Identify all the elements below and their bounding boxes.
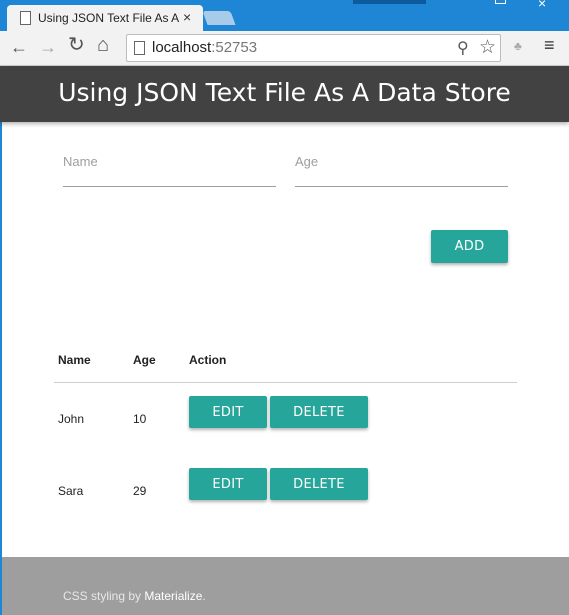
footer-prefix: CSS styling by [63,589,145,603]
zoom-icon[interactable]: ⚲ [457,38,469,58]
age-input[interactable] [295,154,508,169]
url-host: localhost [152,39,212,56]
address-bar[interactable]: localhost:52753 ⚲ ☆ [126,34,501,62]
edit-button[interactable]: EDIT [189,468,267,500]
back-icon[interactable]: ← [10,37,28,57]
forward-icon[interactable]: → [39,37,57,57]
age-field [295,146,508,187]
new-tab-button[interactable] [202,11,236,25]
page-footer: CSS styling by Materialize. [2,557,569,615]
url-port: :52753 [211,39,258,56]
reload-icon[interactable]: ↻ [68,35,85,55]
footer-credit: CSS styling by Materialize. [63,589,206,603]
window-maximize-button[interactable] [495,0,506,4]
browser-titlebar: × Using JSON Text File As A Data Store × [0,0,569,31]
extension-icon[interactable]: ♣ [514,39,522,53]
name-input[interactable] [63,154,276,169]
page-icon [134,41,145,55]
row-age: 29 [133,484,147,498]
menu-icon[interactable]: ≡ [544,35,555,56]
page-header: Using JSON Text File As A Data Store [0,66,569,122]
column-header-age: Age [133,353,156,367]
edit-button[interactable]: EDIT [189,396,267,428]
column-header-name: Name [58,353,91,367]
url-text: localhost:52753 [152,39,257,57]
page-icon [20,11,31,25]
table-header-divider [54,382,517,383]
delete-button[interactable]: DELETE [270,468,368,500]
footer-suffix: . [202,589,206,603]
delete-button[interactable]: DELETE [270,396,368,428]
browser-toolbar: ← → ↻ ⌂ localhost:52753 ⚲ ☆ ♣ ≡ [0,31,569,66]
home-icon[interactable]: ⌂ [97,35,109,55]
row-name: Sara [58,484,84,498]
materialize-link[interactable]: Materialize [144,589,202,603]
column-header-action: Action [189,353,227,367]
window-border [0,66,2,615]
bookmark-star-icon[interactable]: ☆ [479,36,496,59]
row-name: John [58,412,85,426]
tab-title: Using JSON Text File As A Data Store [38,11,179,25]
name-field [63,146,276,187]
window-minimize-button[interactable] [353,0,426,4]
add-button[interactable]: ADD [431,230,508,263]
page-title: Using JSON Text File As A Data Store [58,78,511,107]
row-age: 10 [133,412,147,426]
window-close-button[interactable]: × [538,0,546,10]
browser-tab[interactable]: Using JSON Text File As A Data Store × [7,5,203,31]
tab-close-icon[interactable]: × [183,9,191,25]
